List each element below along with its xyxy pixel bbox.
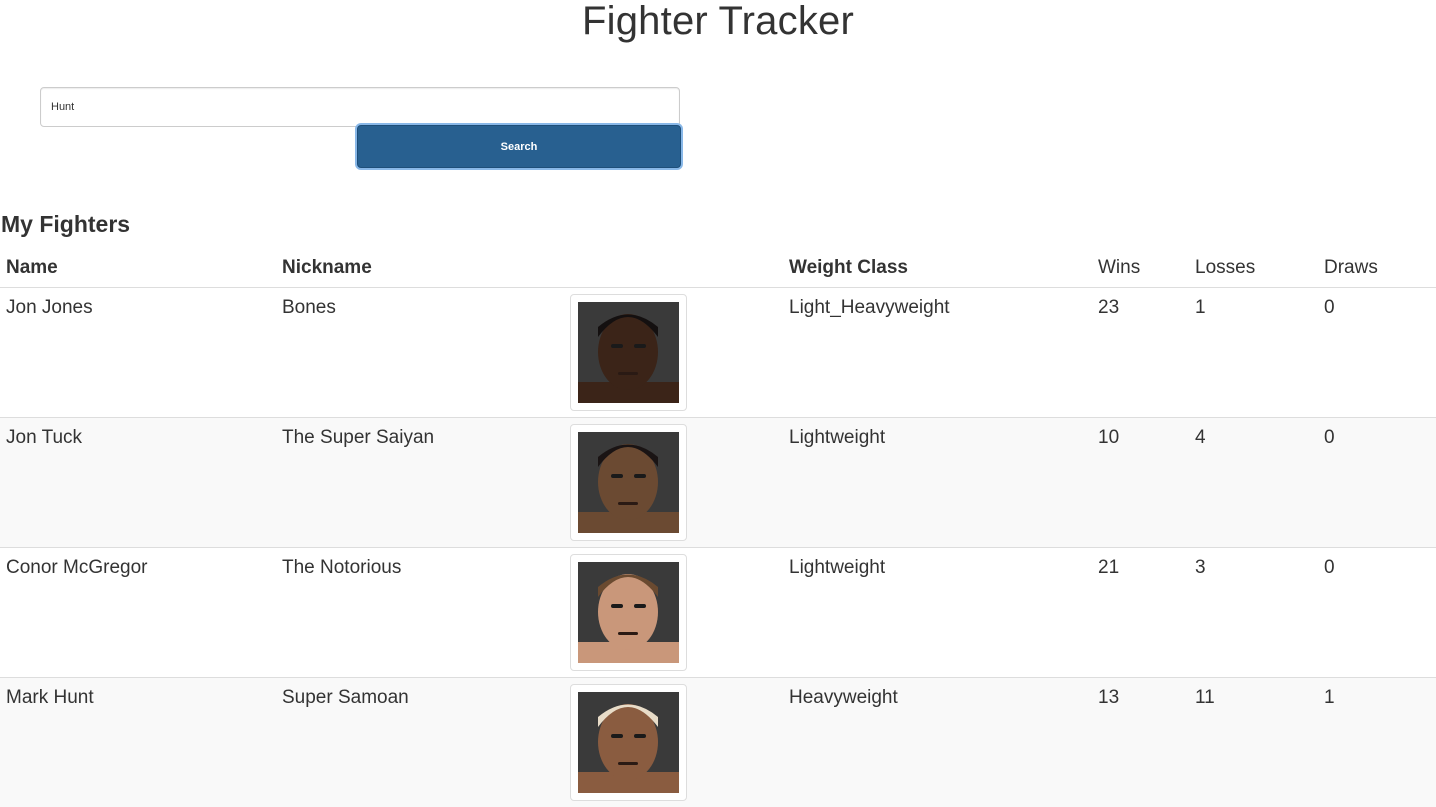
cell-weight-class: Lightweight — [783, 416, 1092, 547]
draws-text: 0 — [1324, 426, 1335, 448]
cell-draws: 0 — [1318, 286, 1436, 417]
name-text: Mark Hunt — [6, 686, 94, 708]
search-input[interactable] — [40, 87, 680, 127]
cell-nickname: The Super Saiyan — [276, 416, 564, 547]
cell-losses: 11 — [1189, 676, 1318, 807]
wins-text: 13 — [1098, 686, 1120, 708]
table-header-row: Name Nickname Weight Class Wins Losses D… — [0, 248, 1436, 288]
name-text: Jon Jones — [6, 296, 93, 318]
cell-losses: 1 — [1189, 286, 1318, 417]
losses-text: 4 — [1195, 426, 1206, 448]
fighter-photo — [570, 683, 687, 801]
nickname-text: Super Samoan — [282, 686, 409, 708]
cell-name: Jon Jones — [0, 286, 276, 417]
cell-wins: 13 — [1092, 676, 1189, 807]
cell-name: Jon Tuck — [0, 416, 276, 547]
weight-class-text: Heavyweight — [789, 686, 898, 708]
cell-losses: 4 — [1189, 416, 1318, 547]
fighter-photo-icon — [578, 691, 679, 793]
column-header-name: Name — [0, 248, 276, 288]
cell-wins: 10 — [1092, 416, 1189, 547]
column-header-wins: Wins — [1092, 248, 1189, 288]
cell-name: Mark Hunt — [0, 676, 276, 807]
table-row: Jon Tuck The Super Saiyan Lightweight 10 4 0 — [0, 416, 1436, 547]
column-header-losses: Losses — [1189, 248, 1318, 288]
wins-text: 21 — [1098, 556, 1120, 578]
photo-cell — [564, 286, 783, 417]
table-row: Mark Hunt Super Samoan Heavyweight 13 11 1 — [0, 676, 1436, 807]
cell-weight-class: Lightweight — [783, 546, 1092, 677]
cell-nickname: Super Samoan — [276, 676, 564, 807]
section-title: My Fighters — [1, 211, 131, 237]
nickname-text: The Super Saiyan — [282, 426, 435, 448]
cell-draws: 0 — [1318, 416, 1436, 547]
losses-text: 11 — [1195, 686, 1215, 708]
cell-weight-class: Heavyweight — [783, 676, 1092, 807]
name-text: Jon Tuck — [6, 426, 83, 448]
cell-wins: 23 — [1092, 286, 1189, 417]
weight-class-text: Lightweight — [789, 556, 886, 578]
column-header-photo — [564, 248, 783, 288]
search-button[interactable]: Search — [357, 125, 681, 168]
draws-text: 0 — [1324, 296, 1335, 318]
column-header-draws: Draws — [1318, 248, 1436, 288]
cell-draws: 1 — [1318, 676, 1436, 807]
nickname-text: Bones — [282, 296, 336, 318]
weight-class-text: Light_Heavyweight — [789, 296, 950, 318]
draws-text: 0 — [1324, 556, 1335, 578]
weight-class-text: Lightweight — [789, 426, 886, 448]
draws-text: 1 — [1324, 686, 1335, 708]
fighter-photo — [570, 293, 687, 411]
wins-text: 23 — [1098, 296, 1120, 318]
cell-losses: 3 — [1189, 546, 1318, 677]
fighter-photo — [570, 423, 687, 541]
cell-draws: 0 — [1318, 546, 1436, 677]
page-title: Fighter Tracker — [582, 0, 854, 43]
column-header-weight-class: Weight Class — [783, 248, 1092, 288]
fighters-table: Name Nickname Weight Class Wins Losses D… — [0, 248, 1436, 807]
nickname-text: The Notorious — [282, 556, 402, 578]
losses-text: 3 — [1195, 556, 1206, 578]
table-row: Jon Jones Bones Light_Heavyweight 23 1 0 — [0, 286, 1436, 417]
cell-nickname: Bones — [276, 286, 564, 417]
fighter-photo-icon — [578, 561, 679, 663]
cell-weight-class: Light_Heavyweight — [783, 286, 1092, 417]
cell-nickname: The Notorious — [276, 546, 564, 677]
cell-name: Conor McGregor — [0, 546, 276, 677]
photo-cell — [564, 546, 783, 677]
table-row: Conor McGregor The Notorious Lightweight 21… — [0, 546, 1436, 677]
name-text: Conor McGregor — [6, 556, 148, 578]
wins-text: 10 — [1098, 426, 1120, 448]
fighter-photo — [570, 553, 687, 671]
column-header-nickname: Nickname — [276, 248, 564, 288]
losses-text: 1 — [1195, 296, 1206, 318]
photo-cell — [564, 416, 783, 547]
cell-wins: 21 — [1092, 546, 1189, 677]
fighter-photo-icon — [578, 431, 679, 533]
photo-cell — [564, 676, 783, 807]
fighter-photo-icon — [578, 301, 679, 403]
